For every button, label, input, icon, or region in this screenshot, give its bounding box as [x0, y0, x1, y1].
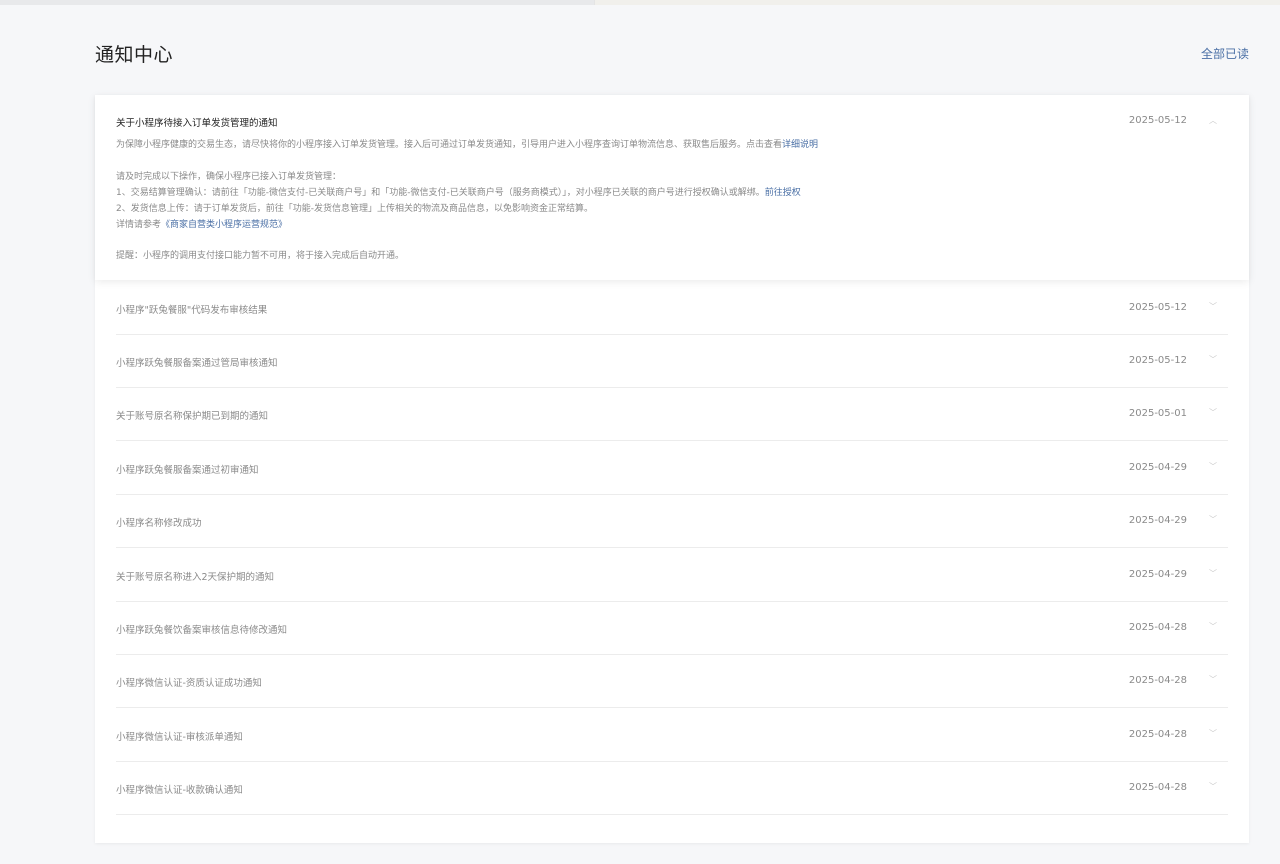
- item-title: 小程序跃兔餐饮备案审核信息待修改通知: [116, 625, 288, 636]
- chevron-down-icon[interactable]: ﹀: [1209, 301, 1217, 312]
- item-title: 小程序跃兔餐服备案通过初审通知: [116, 465, 259, 476]
- detail-link[interactable]: 详细说明: [782, 140, 818, 150]
- notification-body-line: 1、交易结算管理确认：请前往「功能-微信支付-已关联商户号」和「功能-微信支付-…: [116, 185, 801, 198]
- chevron-down-icon[interactable]: ﹀: [1209, 407, 1217, 418]
- notification-expanded[interactable]: 关于小程序待接入订单发货管理的通知 2025-05-12 ︿ 为保障小程序健康的…: [95, 95, 1249, 280]
- item-title: 小程序微信认证-资质认证成功通知: [116, 678, 262, 689]
- notification-list: 关于小程序待接入订单发货管理的通知 2025-05-12 ︿ 为保障小程序健康的…: [95, 95, 1249, 843]
- list-item[interactable]: 小程序跃兔餐服备案通过初审通知 2025-04-29 ﹀: [116, 441, 1228, 495]
- item-title: 小程序微信认证-收款确认通知: [116, 785, 243, 796]
- item-title: 关于账号原名称保护期已到期的通知: [116, 411, 269, 422]
- body-text: 1、交易结算管理确认：请前往「功能-微信支付-已关联商户号」和「功能-微信支付-…: [116, 188, 765, 198]
- body-text: 详情请参考: [116, 220, 162, 230]
- item-title: 关于账号原名称进入2天保护期的通知: [116, 572, 275, 583]
- notification-body-line: 详情请参考《商家自营类小程序运营规范》: [116, 217, 287, 230]
- list-item[interactable]: 关于账号原名称进入2天保护期的通知 2025-04-29 ﹀: [116, 548, 1228, 602]
- item-date: 2025-05-01: [1128, 408, 1187, 419]
- chevron-down-icon[interactable]: ﹀: [1209, 728, 1217, 739]
- item-title: 小程序微信认证-审核派单通知: [116, 732, 243, 743]
- list-item[interactable]: 小程序微信认证-审核派单通知 2025-04-28 ﹀: [116, 708, 1228, 762]
- list-item[interactable]: 小程序微信认证-资质认证成功通知 2025-04-28 ﹀: [116, 654, 1228, 708]
- page-title: 通知中心: [95, 44, 174, 66]
- chevron-down-icon[interactable]: ﹀: [1209, 354, 1217, 365]
- notification-body-line: 请及时完成以下操作，确保小程序已接入订单发货管理：: [116, 172, 342, 182]
- item-date: 2025-04-28: [1128, 622, 1187, 633]
- item-date: 2025-04-28: [1128, 729, 1187, 740]
- item-date: 2025-04-29: [1128, 569, 1187, 580]
- list-item[interactable]: 关于账号原名称保护期已到期的通知 2025-05-01 ﹀: [116, 387, 1228, 441]
- list-item[interactable]: 小程序跃兔餐饮备案审核信息待修改通知 2025-04-28 ﹀: [116, 601, 1228, 655]
- item-date: 2025-04-28: [1128, 675, 1187, 686]
- notification-body-line: 2、发货信息上传：请于订单发货后，前往「功能-发货信息管理」上传相关的物流及商品…: [116, 204, 593, 214]
- notification-body-line: 为保障小程序健康的交易生态，请尽快将你的小程序接入订单发货管理。接入后可通过订单…: [116, 137, 818, 150]
- authorize-link[interactable]: 前往授权: [765, 188, 801, 198]
- top-tab-bar-left: [0, 0, 594, 5]
- chevron-down-icon[interactable]: ﹀: [1209, 461, 1217, 472]
- list-item[interactable]: 小程序"跃兔餐服"代码发布审核结果 2025-05-12 ﹀: [116, 281, 1228, 335]
- mark-all-read-button[interactable]: 全部已读: [1201, 45, 1249, 62]
- chevron-down-icon[interactable]: ﹀: [1209, 514, 1217, 525]
- chevron-down-icon[interactable]: ﹀: [1209, 568, 1217, 579]
- spec-link[interactable]: 《商家自营类小程序运营规范》: [161, 220, 287, 230]
- item-date: 2025-04-29: [1128, 462, 1187, 473]
- chevron-down-icon[interactable]: ﹀: [1209, 621, 1217, 632]
- chevron-up-icon[interactable]: ︿: [1209, 115, 1217, 126]
- list-item[interactable]: 小程序跃兔餐服备案通过管局审核通知 2025-05-12 ﹀: [116, 334, 1228, 388]
- top-tab-bar-right: [594, 0, 1280, 5]
- item-title: 小程序"跃兔餐服"代码发布审核结果: [116, 305, 268, 316]
- item-date: 2025-05-12: [1128, 302, 1187, 313]
- item-date: 2025-04-29: [1128, 515, 1187, 526]
- chevron-down-icon[interactable]: ﹀: [1209, 781, 1217, 792]
- list-item[interactable]: 小程序微信认证-收款确认通知 2025-04-28 ﹀: [116, 761, 1228, 815]
- chevron-down-icon[interactable]: ﹀: [1209, 674, 1217, 685]
- item-date: 2025-04-28: [1128, 782, 1187, 793]
- body-text: 为保障小程序健康的交易生态，请尽快将你的小程序接入订单发货管理。接入后可通过订单…: [116, 140, 783, 150]
- item-title: 小程序名称修改成功: [116, 518, 202, 529]
- notification-title: 关于小程序待接入订单发货管理的通知: [116, 118, 278, 129]
- list-item[interactable]: 小程序名称修改成功 2025-04-29 ﹀: [116, 494, 1228, 548]
- notification-body-line: 提醒：小程序的调用支付接口能力暂不可用，将于接入完成后自动开通。: [116, 251, 405, 261]
- notification-date: 2025-05-12: [1128, 115, 1187, 126]
- item-title: 小程序跃兔餐服备案通过管局审核通知: [116, 358, 278, 369]
- item-date: 2025-05-12: [1128, 355, 1187, 366]
